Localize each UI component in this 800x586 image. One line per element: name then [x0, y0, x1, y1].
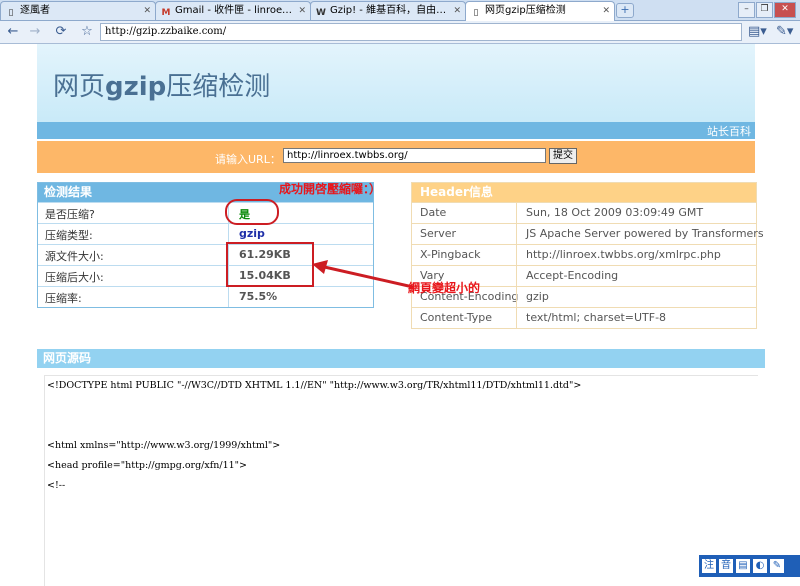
- header-value: http://linroex.twbbs.org/xmlrpc.php: [526, 248, 721, 261]
- result-key: 是否压缩?: [45, 208, 95, 221]
- result-key: 压缩类型:: [45, 229, 93, 242]
- page-icon: ▯: [473, 8, 479, 18]
- forward-icon[interactable]: →: [26, 23, 44, 41]
- back-icon[interactable]: ←: [4, 23, 22, 41]
- header-value: text/html; charset=UTF-8: [526, 311, 667, 324]
- divider: [228, 224, 229, 244]
- ime-icon[interactable]: 注: [702, 559, 716, 573]
- window-controls: – ❐ ✕: [737, 1, 796, 18]
- header-value: Sun, 18 Oct 2009 03:09:49 GMT: [526, 206, 704, 219]
- smaller-annotation: 網頁變超小的: [408, 281, 481, 295]
- page-icon: ▯: [8, 8, 14, 18]
- source-line: <head profile="http://gmpg.org/xfn/11">: [47, 460, 247, 471]
- tab-gzip-check[interactable]: ▯ 网页gzip压缩检测 ✕: [465, 1, 615, 21]
- new-tab-button[interactable]: +: [616, 3, 634, 18]
- url-input[interactable]: http://linroex.twbbs.org/: [283, 148, 546, 163]
- header-value: Accept-Encoding: [526, 269, 619, 282]
- result-row: 是否压缩? 是: [38, 202, 373, 223]
- divider: [516, 203, 517, 223]
- divider: [516, 224, 517, 244]
- page-title: 网页gzip压缩检测: [53, 72, 271, 102]
- close-icon[interactable]: ✕: [453, 2, 461, 20]
- result-row: 压缩类型: gzip: [38, 223, 373, 244]
- header-row: X-Pingback http://linroex.twbbs.org/xmlrp…: [412, 244, 756, 265]
- compressed-highlight: [225, 199, 279, 225]
- header-key: Date: [420, 206, 447, 219]
- header-info-table: Header信息 Date Sun, 18 Oct 2009 03:09:49 G…: [411, 182, 764, 329]
- close-icon[interactable]: ✕: [602, 2, 610, 20]
- wikipedia-icon: W: [316, 8, 326, 18]
- result-value: gzip: [239, 227, 265, 240]
- success-annotation: 成功開啓壓縮囉：）: [279, 182, 382, 196]
- gmail-icon: M: [161, 8, 171, 18]
- divider: [516, 308, 517, 328]
- web-page: 网页gzip压缩检测 站长百科 请输入URL： http://linroex.t…: [0, 44, 800, 586]
- submit-button[interactable]: 提交: [549, 148, 577, 164]
- header-row: Server JS Apache Server powered by Transf…: [412, 223, 764, 244]
- header-key: Server: [420, 227, 457, 240]
- result-value: 75.5%: [239, 290, 278, 303]
- header-row: Date Sun, 18 Oct 2009 03:09:49 GMT: [412, 202, 756, 223]
- site-link[interactable]: 站长百科: [707, 123, 751, 139]
- header-key: X-Pingback: [420, 248, 481, 261]
- tab-strip: ▯逐風者✕ MGmail - 收件匣 - linroex@g...✕ WGzip…: [0, 0, 800, 21]
- result-key: 压缩率:: [45, 292, 82, 305]
- network-icon[interactable]: ✎: [770, 559, 784, 573]
- system-tray: 注音 ▤ ◐ ✎: [699, 555, 800, 577]
- close-window-icon[interactable]: ✕: [774, 2, 796, 18]
- tab-wikipedia[interactable]: W Gzip! - 維基百科，自由的... ✕: [310, 1, 466, 20]
- close-icon[interactable]: ✕: [143, 2, 151, 20]
- tab-zhufengzhe[interactable]: ▯ 逐風者 ✕: [0, 1, 156, 20]
- divider: [228, 287, 229, 307]
- divider: [516, 245, 517, 265]
- url-label: 请输入URL：: [215, 153, 281, 166]
- source-line: <!--: [47, 480, 66, 491]
- arrow-icon: [312, 260, 414, 289]
- header-value: JS Apache Server powered by Transformers: [526, 227, 764, 240]
- address-bar[interactable]: http://gzip.zzbaike.com/: [100, 23, 742, 41]
- divider: [516, 266, 517, 286]
- size-highlight: [226, 242, 314, 287]
- restore-icon[interactable]: ❐: [756, 2, 773, 18]
- source-heading: 网页源码: [37, 349, 765, 368]
- volume-icon[interactable]: ◐: [753, 559, 767, 573]
- page-menu-icon[interactable]: ▤▾: [748, 23, 767, 41]
- divider: [516, 287, 517, 307]
- minimize-icon[interactable]: –: [738, 2, 755, 18]
- source-line: <html xmlns="http://www.w3.org/1999/xhtm…: [47, 440, 281, 451]
- reload-icon[interactable]: ⟳: [52, 23, 70, 41]
- keyboard-icon[interactable]: 音: [719, 559, 733, 573]
- nav-bar: 站长百科: [37, 122, 755, 139]
- result-key: 源文件大小:: [45, 250, 104, 263]
- result-key: 压缩后大小:: [45, 271, 104, 284]
- wrench-menu-icon[interactable]: ✎▾: [776, 23, 793, 41]
- source-view: <!DOCTYPE html PUBLIC "-//W3C//DTD XHTML…: [44, 375, 758, 586]
- header-row: Content-Type text/html; charset=UTF-8: [412, 307, 756, 328]
- source-line: <!DOCTYPE html PUBLIC "-//W3C//DTD XHTML…: [47, 380, 582, 391]
- bookmark-star-icon[interactable]: ☆: [78, 23, 96, 41]
- browser-toolbar: ← → ⟳ ☆ http://gzip.zzbaike.com/ ▤▾ ✎▾: [0, 21, 800, 44]
- site-header: 网页gzip压缩检测: [37, 44, 755, 122]
- header-key: Content-Type: [420, 311, 492, 324]
- header-info-heading: Header信息: [412, 183, 756, 202]
- tab-gmail[interactable]: MGmail - 收件匣 - linroex@g...✕: [155, 1, 311, 20]
- close-icon[interactable]: ✕: [298, 2, 306, 20]
- notebook-icon[interactable]: ▤: [736, 559, 750, 573]
- header-value: gzip: [526, 290, 549, 303]
- url-form: 请输入URL： http://linroex.twbbs.org/ 提交: [37, 141, 755, 173]
